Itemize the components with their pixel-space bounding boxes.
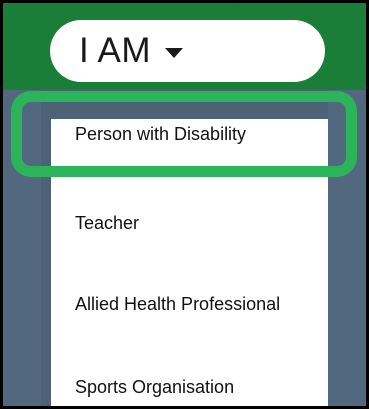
menu-item-sports-organisation[interactable]: Sports Organisation xyxy=(51,377,328,398)
menu-item-person-with-disability[interactable]: Person with Disability xyxy=(51,124,328,145)
caret-down-icon xyxy=(165,48,184,58)
i-am-dropdown-button[interactable]: I AM xyxy=(50,20,325,82)
menu-item-teacher[interactable]: Teacher xyxy=(51,213,328,234)
screenshot-frame: I AM Person with Disability Teacher Alli… xyxy=(3,3,366,406)
menu-item-allied-health-professional[interactable]: Allied Health Professional xyxy=(51,294,328,315)
i-am-label: I AM xyxy=(79,31,152,70)
i-am-dropdown-menu: Person with Disability Teacher Allied He… xyxy=(51,119,328,406)
page-backdrop-right xyxy=(328,90,366,406)
pointer-arrow-icon xyxy=(228,3,238,8)
header-bar: I AM xyxy=(3,3,366,90)
page-backdrop-left xyxy=(3,90,41,406)
